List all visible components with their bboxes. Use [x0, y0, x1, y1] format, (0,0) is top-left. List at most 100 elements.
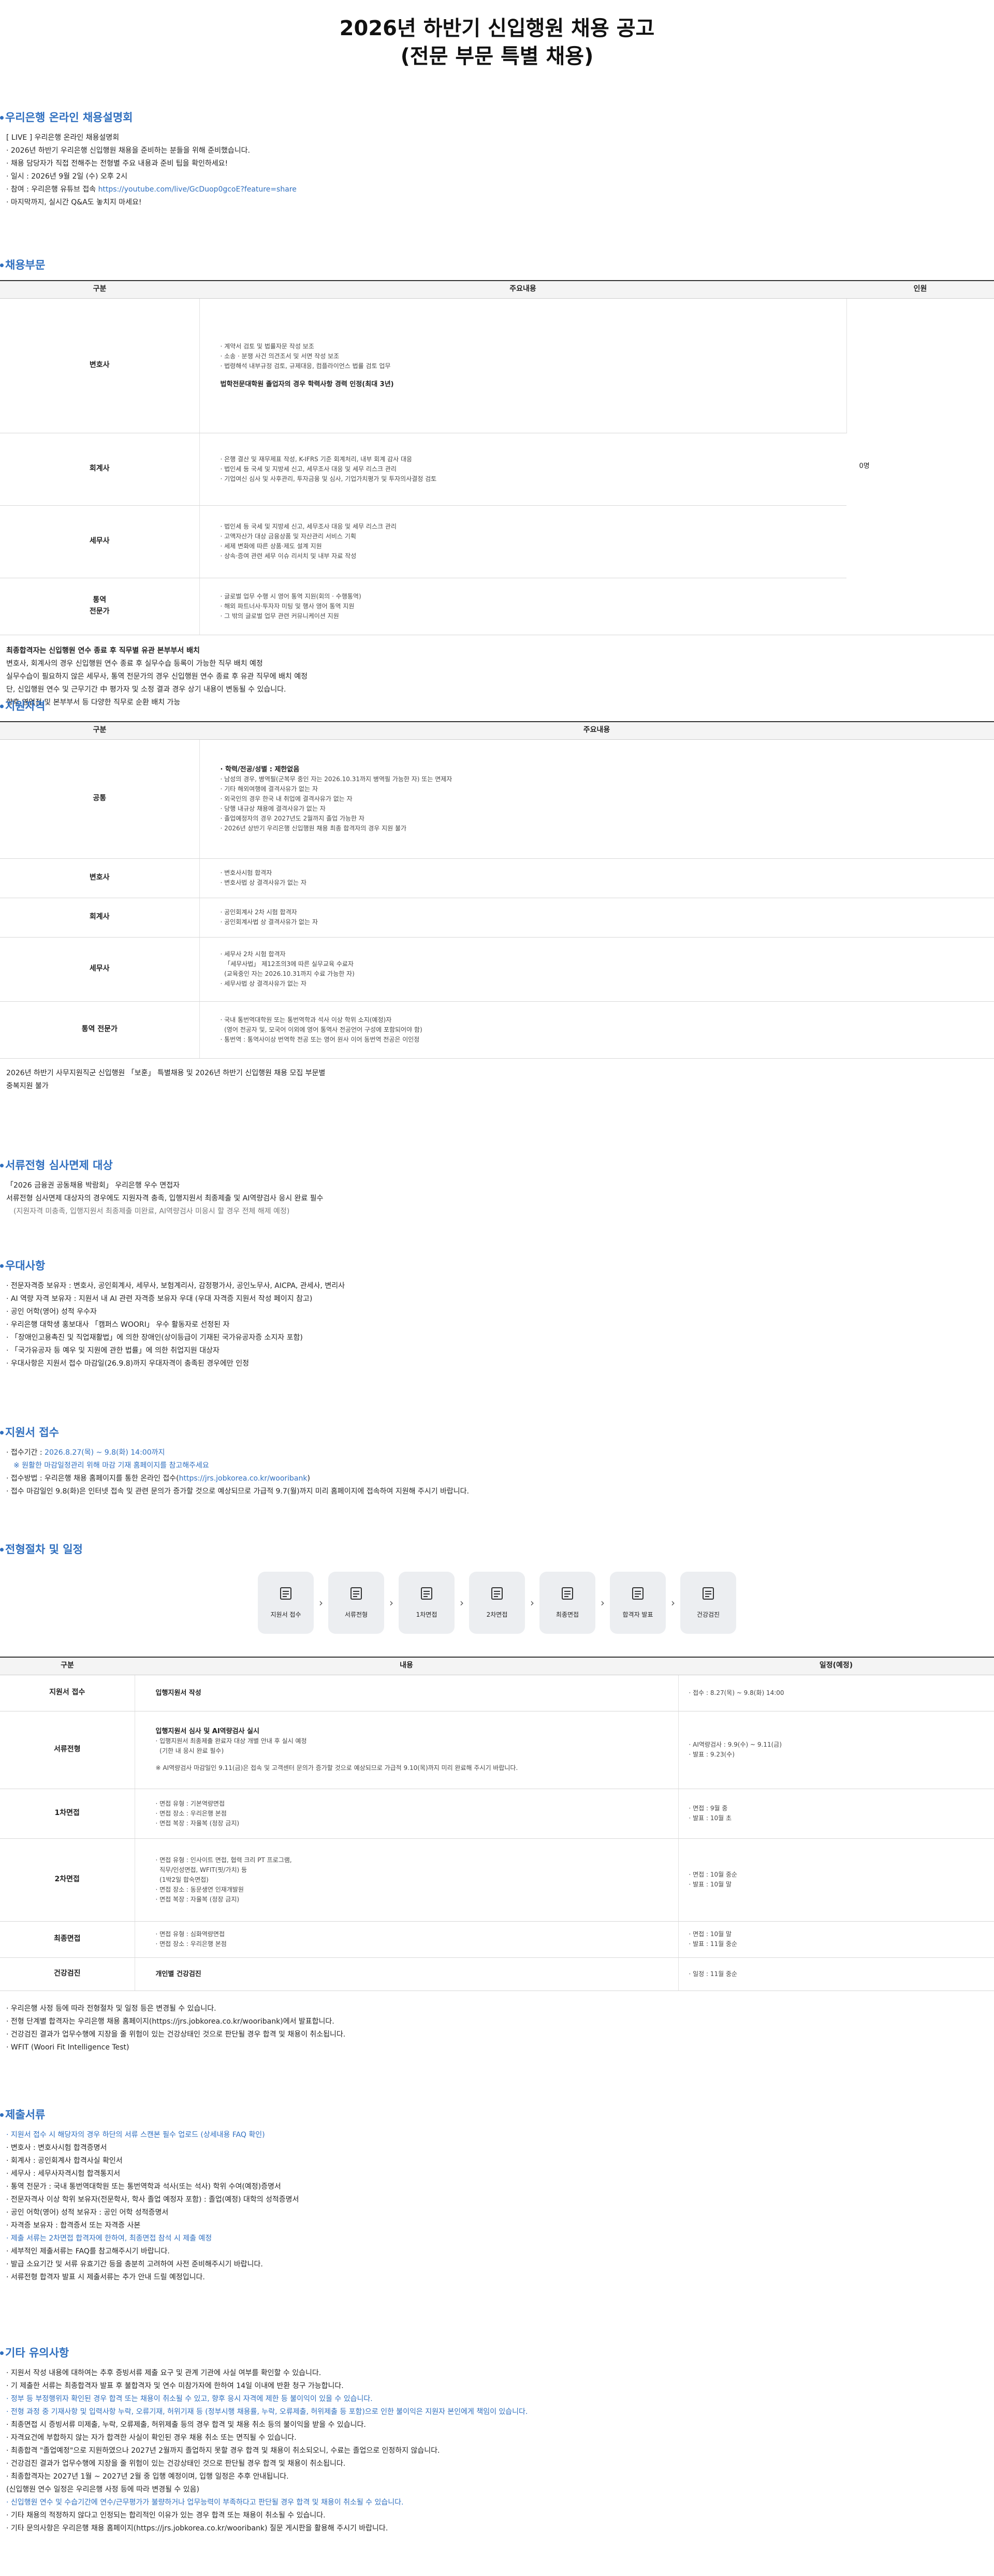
list-item: 2026년 하반기 사무지원직군 신입행원 「보훈」 특별채용 및 2026년 … [6, 1069, 326, 1077]
process-step: 2차면접 [469, 1572, 525, 1634]
link-prefix: · 참여 : 우리은행 유튜브 접속 [6, 185, 98, 194]
title-line-1: 2026년 하반기 신입행원 채용 공고 [339, 17, 655, 40]
step-label: 지원서 접수 [270, 1611, 301, 1619]
docs-list: · 지원서 접수 시 해당자의 경우 하단의 서류 스캔본 필수 업로드 (상세… [0, 2129, 994, 2284]
process-content: 개인별 건강검진 [135, 1957, 679, 1991]
process-step: 1차면접 [399, 1572, 455, 1634]
list-item: (신입행원 연수 일정은 우리은행 사정 등에 따라 변경될 수 있음) [6, 2485, 199, 2494]
docs-section: 제출서류 · 지원서 접수 시 해당자의 경우 하단의 서류 스캔본 필수 업로… [0, 2107, 994, 2284]
process-name: 서류전형 [0, 1711, 135, 1789]
process-line: 입행지원서 심사 및 AI역량검사 실시 [155, 1728, 259, 1735]
table-header: 인원 [846, 280, 994, 299]
process-line: · 면접 복장 : 자율복 (정장 금지) [155, 1895, 240, 1903]
position-name: 변호사 [0, 298, 200, 433]
step-arrow-icon: › [460, 1596, 464, 1609]
duty-line: · 상속·증여 관련 세무 이슈 리서치 및 내부 자료 작성 [220, 552, 357, 560]
caution-section: 기타 유의사항 · 지원서 작성 내용에 대하여는 추후 증빙서류 제출 요구 … [0, 2345, 994, 2535]
process-line: 개인별 건강검진 [155, 1970, 201, 1978]
section-heading: 채용부문 [0, 257, 994, 273]
process-schedule: · 면접 : 10월 말 · 발표 : 11월 중순 [678, 1921, 994, 1958]
schedule-line: · 발표 : 11월 중순 [689, 1940, 738, 1948]
schedule-line: · 발표 : 10월 말 [689, 1881, 732, 1888]
list-item: 중복지원 불가 [6, 1081, 49, 1090]
headcount: 0명 [846, 298, 994, 635]
list-item: · WFIT (Woori Fit Intelligence Test) [6, 2043, 129, 2052]
list-item: 변호사, 회계사의 경우 신입행원 연수 종료 후 실무수습 등록이 가능한 직… [6, 659, 263, 668]
position-duties: · 은행 결산 및 재무제표 작성, K-IFRS 기준 회계처리, 내부 회계… [199, 433, 846, 506]
qualify-name: 변호사 [0, 858, 200, 898]
table-header: 구분 [0, 721, 199, 740]
position-duties: · 글로벌 업무 수행 시 영어 통역 지원(회의 · 수행통역) · 해외 파트… [199, 578, 846, 635]
position-duties: · 법인세 등 국세 및 지방세 신고, 세무조사 대응 및 세무 리스크 관리… [199, 505, 846, 578]
duty-line: · 법인세 등 국세 및 지방세 신고, 세무조사 대응 및 세무 리스크 관리 [220, 465, 397, 473]
list-item: · 최종합격 "졸업예정"으로 지원하였으나 2027년 2월까지 졸업하지 못… [6, 2447, 440, 2455]
pref-list: · 전문자격증 보유자 : 변호사, 공인회계사, 세무사, 보험계리사, 감정… [0, 1280, 994, 1370]
qualify-name: 세무사 [0, 937, 200, 1002]
list-item: · 우리은행 대학생 홍보대사 「캠퍼스 WOORI」 우수 활동자로 선정된 … [6, 1321, 230, 1329]
step-icon [348, 1586, 364, 1605]
process-content: 입행지원서 작성 [135, 1675, 679, 1711]
qualify-line: · 졸업예정자의 경우 2027년도 2월까지 졸업 가능한 자 [220, 814, 364, 822]
process-steps: 지원서 접수 › 서류전형 › 1차면접 › 2차면접 › 최종면접 › 합격자 발표 › 건강검진 [0, 1567, 994, 1639]
process-name: 2차면접 [0, 1838, 135, 1922]
qualify-line: · 외국인의 경우 한국 내 취업에 결격사유가 없는 자 [220, 795, 353, 802]
step-icon [419, 1586, 434, 1605]
youtube-link[interactable]: https://youtube.com/live/GcDuop0gcoE?fea… [98, 185, 297, 194]
process-name: 최종면접 [0, 1921, 135, 1958]
step-label: 서류전형 [344, 1611, 368, 1619]
list-item: · 2026년 하반기 우리은행 신입행원 채용을 준비하는 분들을 위해 준비… [6, 147, 250, 155]
qualify-line: · 변호사시험 합격자 [220, 869, 272, 876]
position-label: 변호사 [89, 361, 110, 370]
apply-link[interactable]: https://jrs.jobkorea.co.kr/wooribank [179, 1474, 308, 1483]
process-step: 건강검진 [680, 1572, 736, 1634]
list-item: [ LIVE ] 우리은행 온라인 채용설명회 [6, 134, 120, 142]
qualify-notes: 2026년 하반기 사무지원직군 신입행원 「보훈」 특별채용 및 2026년 … [0, 1067, 994, 1093]
qualify-lines: · 국내 통번역대학원 또는 통번역학과 석사 이상 학위 소지(예정)자 (영… [199, 1001, 994, 1059]
duty-line: · 세제 변화에 따른 상품·제도 설계 지원 [220, 543, 322, 550]
process-schedule: · 일정 : 11월 중순 [678, 1957, 994, 1991]
process-name: 건강검진 [0, 1957, 135, 1991]
process-line: 입행지원서 작성 [155, 1689, 201, 1697]
process-content: · 면접 유형 : 인사이트 면접, 협력 크리 PT 프로그램, 직무/인성면… [135, 1838, 679, 1922]
position-name: 회계사 [0, 433, 200, 506]
process-schedule: · 면접 : 10월 중순 · 발표 : 10월 말 [678, 1838, 994, 1922]
process-table: 구분 내용 일정(예정) 지원서 접수 입행지원서 작성 · 접수 : 8.27(목… [0, 1657, 994, 1991]
process-step: 서류전형 [328, 1572, 384, 1634]
duty-line: · 글로벌 업무 수행 시 영어 통역 지원(회의 · 수행통역) [220, 592, 361, 600]
list-item: · 기타 채용의 적정하지 않다고 인정되는 합리적인 이유가 있는 경우 합격… [6, 2511, 326, 2520]
section-heading: 우리은행 온라인 채용설명회 [0, 110, 994, 125]
position-name: 세무사 [0, 505, 200, 578]
qualify-line: · 세무사법 상 결격사유가 없는 자 [220, 980, 306, 987]
qualify-lines: · 공인회계사 2차 시험 합격자 · 공인회계사법 상 결격사유가 없는 자 [199, 898, 994, 938]
process-line: · 면접 장소 : 우리은행 본점 [155, 1940, 227, 1948]
process-content: · 면접 유형 : 심화역량면접 · 면접 장소 : 우리은행 본점 [135, 1921, 679, 1958]
table-row: 통역 전문가 · 국내 통번역대학원 또는 통번역학과 석사 이상 학위 소지(예… [0, 1001, 994, 1059]
step-arrow-icon: › [389, 1596, 393, 1609]
list-item: · 통역 전문가 : 국내 통번역대학원 또는 통번역학과 석사(또는 석사) … [6, 2183, 281, 2191]
process-line: · 면접 장소 : 동문생연 인재개발원 [155, 1885, 244, 1893]
process-schedule: · 접수 : 8.27(목) ~ 9.8(화) 14:00 [678, 1675, 994, 1711]
qualify-name: 공통 [0, 739, 200, 859]
list-item: · 지원서 접수 시 해당자의 경우 하단의 서류 스캔본 필수 업로드 (상세… [6, 2131, 265, 2139]
qualify-line: · 통번역 : 통역사이상 번역학 전공 또는 영어 원사 이어 동번역 전공은… [220, 1035, 420, 1043]
list-item: · 기타 문의사항은 우리은행 채용 홈페이지(https://jrs.jobk… [6, 2524, 388, 2533]
table-row: 건강검진 개인별 건강검진 · 일정 : 11월 중순 [0, 1957, 994, 1991]
list-item: · 「국가유공자 등 예우 및 지원에 관한 법률」에 의한 취업지원 대상자 [6, 1346, 220, 1355]
step-label: 1차면접 [416, 1611, 437, 1619]
qualify-lines: · 변호사시험 합격자 · 변호사법 상 결격사유가 없는 자 [199, 858, 994, 898]
section-heading: 제출서류 [0, 2107, 994, 2123]
qualify-name: 통역 전문가 [0, 1001, 200, 1059]
table-row: 최종면접 · 면접 유형 : 심화역량면접 · 면접 장소 : 우리은행 본점 · 면… [0, 1921, 994, 1958]
process-line: · 면접 유형 : 기본역량면접 [155, 1799, 225, 1807]
page-title: 2026년 하반기 신입행원 채용 공고 (전문 부문 특별 채용) [0, 0, 994, 78]
list-item: · 최종면접 시 증빙서류 미제출, 누락, 오류제출, 허위제출 등의 경우 … [6, 2421, 366, 2429]
position-label: 세무사 [89, 537, 110, 546]
duty-line: · 그 밖의 글로벌 업무 관련 커뮤니케이션 지원 [220, 612, 339, 620]
qualify-line: · 변호사법 상 결격사유가 없는 자 [220, 879, 306, 886]
pref-section: 우대사항 · 전문자격증 보유자 : 변호사, 공인회계사, 세무사, 보험계리… [0, 1258, 994, 1370]
briefing-section: 우리은행 온라인 채용설명회 [ LIVE ] 우리은행 온라인 채용설명회 · … [0, 110, 994, 209]
table-row: 회계사 · 공인회계사 2차 시험 합격자 · 공인회계사법 상 결격사유가 없는 … [0, 898, 994, 938]
duty-line: · 기업여신 심사 및 사후관리, 투자금융 및 심사, 기업가치평가 및 투자… [220, 475, 437, 482]
apply-period: 2026.8.27(목) ~ 9.8(화) 14:00까지 [45, 1448, 165, 1457]
process-content: 입행지원서 심사 및 AI역량검사 실시 · 입행지원서 최종제출 완료자 대상 … [135, 1711, 679, 1789]
